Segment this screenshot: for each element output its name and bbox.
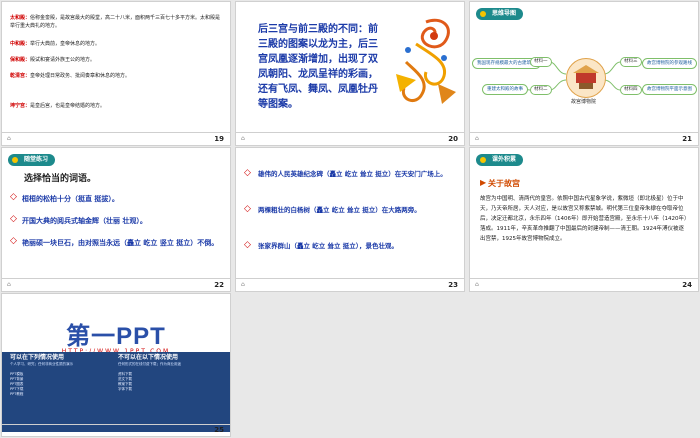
slide-divider: [2, 278, 230, 279]
slide-corner-icon: ⌂: [7, 281, 11, 288]
slide-number: 23: [448, 281, 458, 289]
exercise-title: 选择恰当的词语。: [24, 174, 97, 184]
slide-number: 22: [214, 281, 224, 289]
bullet-diamond-icon: ◇: [244, 168, 251, 178]
section-body: 故宫为中国明、清两代的皇宫。依照中国古代星象学说，紫微垣（即北极星）位于中天，乃…: [480, 196, 687, 242]
brand-logo: 第一PPT: [66, 323, 166, 350]
mindmap-leaf: 故宫博物院平面示意图: [642, 84, 697, 95]
slide-19[interactable]: 太和殿：俗称金銮殿，是故宫最大的殿堂，高二十八米，面积两千三百七十多平方米。太和…: [2, 2, 230, 145]
text-row: 坤宁宫：是皇后宫，也是皇帝结婚的地方。: [10, 103, 106, 109]
slide-divider: [2, 424, 230, 425]
exercise-item: 两棵粗壮的白杨树（矗立 屹立 耸立 挺立）在大路两旁。: [258, 206, 421, 214]
mindmap-node: 材料一: [530, 57, 552, 67]
slide-corner-icon: ⌂: [241, 281, 245, 288]
link-item[interactable]: PPT教程: [10, 392, 73, 397]
slide-20[interactable]: 后三宫与前三殿的不同：前三殿的图案以龙为主，后三宫凤凰逐渐增加，出现了双凤朝阳、…: [236, 2, 464, 145]
slide-number: 19: [214, 135, 224, 143]
bullet-diamond-icon: ◇: [10, 214, 17, 224]
poem-text: 后三宫与前三殿的不同：前三殿的图案以龙为主，后三宫凤凰逐渐增加，出现了双凤朝阳、…: [258, 24, 378, 110]
bullet-diamond-icon: ◇: [10, 236, 17, 246]
exercise-item: 艳丽硕一块巨石，由对照当永远（矗立 屹立 竖立 挺立）不倒。: [22, 238, 219, 247]
header-dot-icon: [12, 157, 18, 163]
slide-22[interactable]: 随堂练习 选择恰当的词语。 ◇ 桓桓的松柏十分（挺直 挺拔）。 ◇ 开国大典的阅…: [2, 148, 230, 291]
slide-divider: [236, 132, 464, 133]
slide-21[interactable]: 思维导图 我国现存规模最大的古建筑群 重建太和殿的故事 材料一 材料二 故宫博物…: [470, 2, 698, 145]
slide-corner-icon: ⌂: [241, 135, 245, 142]
text-row: 中和殿：举行大典前，皇帝休息的地方。: [10, 41, 101, 47]
header-dot-icon: [480, 157, 486, 163]
text-row: 乾清宫：皇帝处理日常政务、批阅奏章和休息的地方。: [10, 73, 131, 79]
usage-panel: 可以在下列情况使用 个人学习、研究；任何非商业性质的演示 PPT模板 PPT背景…: [2, 352, 230, 432]
slide-divider: [2, 132, 230, 133]
slide-divider: [236, 278, 464, 279]
mindmap-leaf: 故宫博物院的参观路线: [642, 58, 697, 69]
triangle-bullet-icon: ▶: [480, 178, 487, 187]
usage-forbidden: 不可以在以下情况使用 任何形式的在线付费下载；作为商业用途 资料下载 范文下载 …: [118, 354, 181, 392]
mindmap-node: 材料三: [620, 57, 642, 67]
mindmap-node: 材料四: [620, 85, 642, 95]
phoenix-dragon-image: [386, 14, 461, 114]
usage-allowed: 可以在下列情况使用 个人学习、研究；任何非商业性质的演示 PPT模板 PPT背景…: [10, 354, 73, 397]
text-row: 保和殿：殿试和宴请外族王公的地方。: [10, 57, 96, 63]
slide-number: 21: [682, 135, 692, 143]
slide-number: 24: [682, 281, 692, 289]
exercise-item: 桓桓的松柏十分（挺直 挺拔）。: [22, 194, 119, 203]
bullet-diamond-icon: ◇: [244, 204, 251, 214]
bullet-diamond-icon: ◇: [10, 192, 17, 202]
mindmap-center-icon: [566, 58, 606, 98]
slide-number: 25: [214, 426, 224, 434]
slide-divider: [470, 278, 698, 279]
mindmap-node: 材料二: [530, 85, 552, 95]
slide-header: 随堂练习: [8, 154, 56, 166]
slide-divider: [470, 132, 698, 133]
slide-corner-icon: ⌂: [475, 281, 479, 288]
slide-corner-icon: ⌂: [475, 135, 479, 142]
link-item[interactable]: 字体下载: [118, 387, 181, 392]
slide-24[interactable]: 课外积累 ▶ 关于故宫 故宫为中国明、清两代的皇宫。依照中国古代星象学说，紫微垣…: [470, 148, 698, 291]
text-row: 太和殿：俗称金銮殿，是故宫最大的殿堂，高二十八米，面积两千三百七十多平方米。太和…: [10, 15, 221, 29]
slide-number: 20: [448, 135, 458, 143]
exercise-item: 开国大典的阅兵式轴金辉（壮丽 壮观）。: [22, 216, 147, 225]
bullet-diamond-icon: ◇: [244, 240, 251, 250]
mindmap-center-label: 故宫博物院: [571, 99, 597, 105]
exercise-item: 雄伟的人民英雄纪念碑（矗立 屹立 耸立 挺立）在天安门广场上。: [258, 170, 447, 178]
section-subtitle: 关于故宫: [488, 179, 520, 188]
slide-25[interactable]: 第一PPT HTTP://WWW.1PPT.COM 可以在下列情况使用 个人学习…: [2, 294, 230, 436]
slide-header: 课外积累: [476, 154, 524, 166]
slide-23[interactable]: ◇ 雄伟的人民英雄纪念碑（矗立 屹立 耸立 挺立）在天安门广场上。 ◇ 两棵粗壮…: [236, 148, 464, 291]
slide-corner-icon: ⌂: [7, 135, 11, 142]
exercise-item: 张家界群山（矗立 屹立 耸立 挺立），景色壮观。: [258, 242, 399, 250]
mindmap-leaf: 重建太和殿的故事: [482, 84, 528, 95]
